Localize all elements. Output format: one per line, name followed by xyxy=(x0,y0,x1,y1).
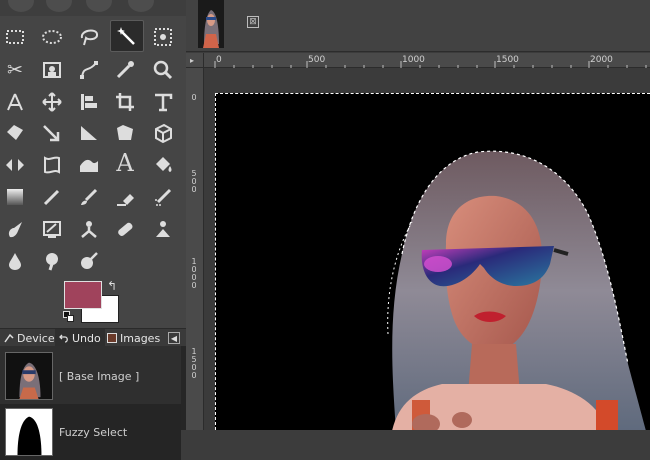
navigate-icon: ▸ xyxy=(190,56,195,65)
canvas-area: ▸ 0 500 1000 1500 2000 0 500 1000 1500 xyxy=(186,53,650,430)
ruler-label: 1500 xyxy=(191,347,197,380)
bucket-fill-icon[interactable] xyxy=(148,151,178,179)
quick-mask-toggle[interactable]: ▸ xyxy=(186,53,204,68)
align-icon[interactable] xyxy=(74,88,104,116)
select-by-color-icon[interactable] xyxy=(148,23,178,51)
list-item[interactable]: [ Base Image ] xyxy=(0,348,181,404)
image-canvas[interactable] xyxy=(215,93,650,430)
ruler-label: 0 xyxy=(191,93,197,102)
blur-icon[interactable] xyxy=(0,247,30,275)
eraser-icon[interactable] xyxy=(110,183,140,211)
handle-transform-icon[interactable] xyxy=(37,119,67,147)
paths-icon[interactable] xyxy=(74,56,104,84)
ruler-ticks xyxy=(214,61,647,68)
free-select-icon[interactable] xyxy=(74,23,104,51)
foreground-select-icon[interactable] xyxy=(37,56,67,84)
smudge-icon[interactable] xyxy=(37,247,67,275)
flip-horizontal-icon[interactable] xyxy=(0,151,30,179)
smudge-warp-icon[interactable] xyxy=(74,151,104,179)
image-tab-thumbnail[interactable] xyxy=(198,0,224,48)
undo-item-label: [ Base Image ] xyxy=(59,369,140,383)
ellipse-select-icon[interactable] xyxy=(37,23,67,51)
gradient-icon[interactable] xyxy=(0,183,30,211)
ink-icon[interactable] xyxy=(0,215,30,243)
close-image-tab-icon[interactable]: ⊠ xyxy=(247,16,259,28)
devices-icon xyxy=(4,333,14,343)
tab-devices-label: Devices xyxy=(17,331,61,345)
dodge-burn-icon[interactable] xyxy=(74,247,104,275)
ruler-label: 500 xyxy=(191,169,197,194)
flip-icon[interactable] xyxy=(74,119,104,147)
rect-select-icon[interactable] xyxy=(0,23,30,51)
text-icon[interactable]: A xyxy=(110,149,140,177)
undo-history-list: [ Base Image ] Fuzzy Select xyxy=(0,346,186,460)
scissors-select-icon[interactable]: ✂ xyxy=(0,56,30,84)
image-tab-bar: ⊠ xyxy=(186,0,650,52)
tab-undo-label: Undo xyxy=(72,331,101,345)
portrait-image xyxy=(216,94,650,430)
zoom-icon[interactable] xyxy=(148,56,178,84)
perspective-clone-icon[interactable] xyxy=(148,215,178,243)
tab-images-label: Images xyxy=(120,331,161,345)
horizontal-ruler[interactable]: 0 500 1000 1500 2000 xyxy=(204,53,650,68)
dock-tab-bar: Devices Undo Images ◀ xyxy=(0,328,186,347)
list-item[interactable]: Fuzzy Select xyxy=(0,404,181,460)
tab-images[interactable]: Images xyxy=(103,329,164,347)
cage-transform-icon[interactable] xyxy=(110,119,140,147)
perspective-icon[interactable] xyxy=(148,119,178,147)
ruler-label: 1000 xyxy=(191,257,197,290)
toolbox: ✂ A ↰ Devices Undo Images ◀ [Base Image… xyxy=(0,0,186,460)
heal-icon[interactable] xyxy=(110,215,140,243)
measure-icon[interactable] xyxy=(0,88,30,116)
default-colors-icon[interactable] xyxy=(63,311,75,323)
crop-icon[interactable] xyxy=(110,88,140,116)
move-icon[interactable] xyxy=(37,88,67,116)
vertical-ruler[interactable]: 0 500 1000 1500 xyxy=(186,68,204,430)
clone-icon[interactable] xyxy=(74,215,104,243)
fuzzy-select-icon[interactable] xyxy=(110,20,144,52)
transform-grid-icon[interactable] xyxy=(37,151,67,179)
base-image-thumbnail xyxy=(5,352,53,400)
paintbrush-icon[interactable] xyxy=(74,183,104,211)
foreground-color-swatch[interactable] xyxy=(64,281,102,309)
pencil-icon[interactable] xyxy=(37,183,67,211)
tab-undo[interactable]: Undo xyxy=(55,329,105,347)
airbrush-icon[interactable] xyxy=(148,183,178,211)
undo-item-label: Fuzzy Select xyxy=(59,425,128,439)
undo-icon xyxy=(59,334,68,343)
warp-transform-icon[interactable] xyxy=(0,119,30,147)
color-picker-icon[interactable] xyxy=(110,56,140,84)
fuzzy-select-thumbnail xyxy=(5,408,53,456)
swap-colors-icon[interactable]: ↰ xyxy=(107,279,117,293)
images-icon xyxy=(107,333,117,343)
mypaint-brush-icon[interactable] xyxy=(37,215,67,243)
dock-menu-icon[interactable]: ◀ xyxy=(168,332,180,344)
wilber-logo-strip xyxy=(0,0,186,16)
unified-transform-icon[interactable] xyxy=(148,88,178,116)
